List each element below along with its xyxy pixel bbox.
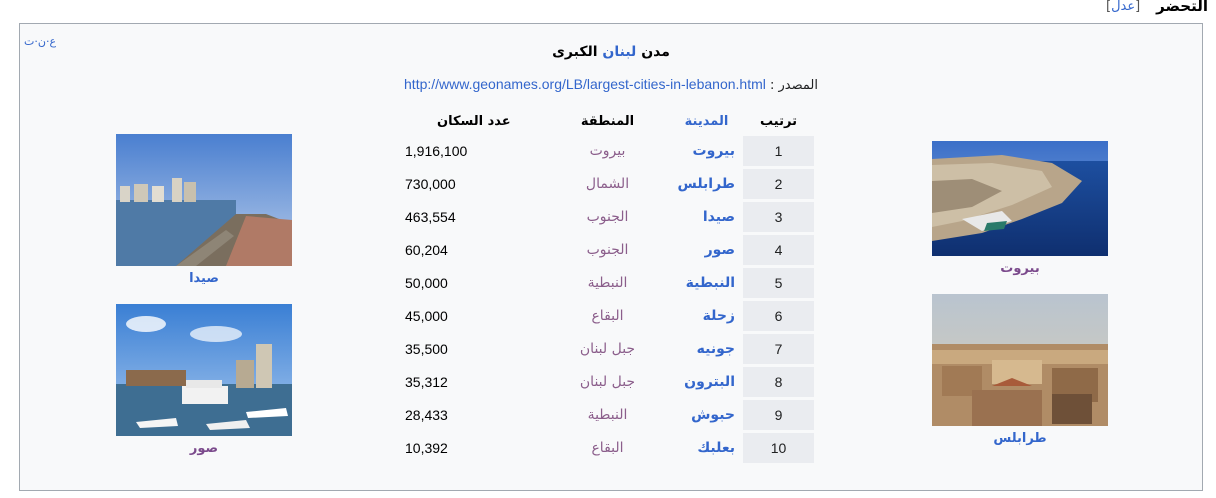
edit-section-link[interactable]: [عدل] [1106, 0, 1140, 14]
city-link[interactable]: صور [670, 235, 743, 265]
table-row: 8 البترون جبل لبنان 35,312 [405, 367, 814, 397]
rank-cell: 4 [743, 235, 814, 265]
region-link[interactable]: البقاع [545, 301, 670, 331]
source-label: المصدر : [765, 78, 818, 93]
tyre-photo[interactable] [116, 304, 292, 436]
region-link[interactable]: الشمال [545, 169, 670, 199]
table-row: 3 صيدا الجنوب 463,554 [405, 202, 814, 232]
city-link[interactable]: جونيه [670, 334, 743, 364]
sidon-photo-box: صيدا [116, 134, 292, 286]
rank-cell: 5 [743, 268, 814, 298]
rank-cell: 3 [743, 202, 814, 232]
beirut-photo-box: بيروت [932, 141, 1108, 276]
city-link[interactable]: بعلبك [670, 433, 743, 463]
table-row: 9 حبوش النبطية 28,433 [405, 400, 814, 430]
section-title: التحضر [1156, 0, 1208, 15]
table-row: 2 طرابلس الشمال 730,000 [405, 169, 814, 199]
section-heading: التحضر [عدل] [1106, 0, 1208, 16]
population-cell: 10,392 [405, 440, 448, 456]
sidon-caption[interactable]: صيدا [116, 271, 292, 286]
population-cell: 28,433 [405, 407, 448, 423]
tyre-caption[interactable]: صور [116, 441, 292, 456]
city-link[interactable]: بيروت [670, 136, 743, 166]
population-header: عدد السكان [437, 113, 511, 129]
rank-cell: 9 [743, 400, 814, 430]
population-cell: 463,554 [405, 209, 456, 225]
table-row: 5 النبطية النبطية 50,000 [405, 268, 814, 298]
rank-cell: 10 [743, 433, 814, 463]
city-link[interactable]: البترون [670, 367, 743, 397]
population-cell: 35,312 [405, 374, 448, 390]
region-link[interactable]: النبطية [545, 268, 670, 298]
region-link[interactable]: جبل لبنان [545, 334, 670, 364]
city-link[interactable]: طرابلس [670, 169, 743, 199]
city-link[interactable]: النبطية [670, 268, 743, 298]
rank-cell: 7 [743, 334, 814, 364]
city-link[interactable]: حبوش [670, 400, 743, 430]
region-header: المنطقة [580, 113, 635, 129]
cities-table: ترتيب المدينة المنطقة عدد السكان 1 بيروت… [405, 106, 814, 466]
table-row: 7 جونيه جبل لبنان 35,500 [405, 334, 814, 364]
beirut-photo[interactable] [932, 141, 1108, 256]
region-link[interactable]: جبل لبنان [545, 367, 670, 397]
tyre-photo-box: صور [116, 304, 292, 456]
rank-header: ترتيب [760, 113, 797, 129]
sidon-photo[interactable] [116, 134, 292, 266]
city-header[interactable]: المدينة [670, 109, 743, 133]
beirut-caption[interactable]: بيروت [932, 261, 1108, 276]
table-row: 10 بعلبك البقاع 10,392 [405, 433, 814, 463]
tripoli-caption[interactable]: طرابلس [932, 431, 1108, 446]
rank-cell: 1 [743, 136, 814, 166]
region-link[interactable]: الجنوب [545, 202, 670, 232]
region-link[interactable]: النبطية [545, 400, 670, 430]
population-cell: 45,000 [405, 308, 448, 324]
table-row: 6 زحلة البقاع 45,000 [405, 301, 814, 331]
city-link[interactable]: صيدا [670, 202, 743, 232]
region-link[interactable]: بيروت [545, 136, 670, 166]
population-cell: 35,500 [405, 341, 448, 357]
source-url-link[interactable]: http://www.geonames.org/LB/largest-citie… [404, 76, 766, 92]
lebanon-link[interactable]: لبنان [602, 44, 636, 60]
navbox-title: مدن لبنان الكبرى [552, 44, 670, 60]
table-row: 4 صور الجنوب 60,204 [405, 235, 814, 265]
region-link[interactable]: الجنوب [545, 235, 670, 265]
region-link[interactable]: البقاع [545, 433, 670, 463]
population-cell: 50,000 [405, 275, 448, 291]
rank-cell: 6 [743, 301, 814, 331]
city-link[interactable]: زحلة [670, 301, 743, 331]
rank-cell: 8 [743, 367, 814, 397]
rank-cell: 2 [743, 169, 814, 199]
population-cell: 730,000 [405, 176, 456, 192]
tripoli-photo-box: طرابلس [932, 294, 1108, 446]
source-line: المصدر : http://www.geonames.org/LB/larg… [20, 76, 1202, 93]
population-cell: 60,204 [405, 242, 448, 258]
table-row: 1 بيروت بيروت 1,916,100 [405, 136, 814, 166]
tripoli-photo[interactable] [932, 294, 1108, 426]
population-cell: 1,916,100 [405, 143, 468, 159]
table-header-row: ترتيب المدينة المنطقة عدد السكان [405, 109, 814, 133]
edit-link-text[interactable]: عدل [1111, 0, 1135, 14]
